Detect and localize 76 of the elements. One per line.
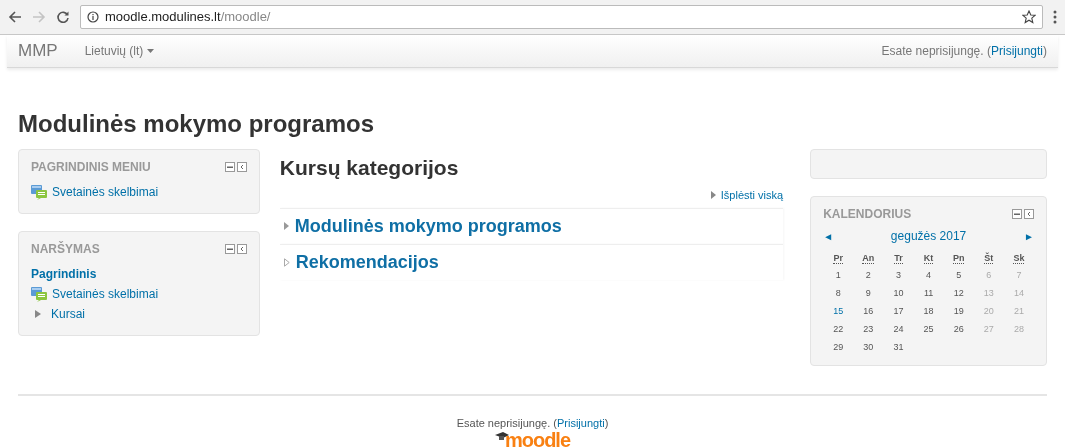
reload-icon[interactable] xyxy=(56,10,70,24)
minimize-icon[interactable] xyxy=(224,162,235,172)
calendar-date: 31 xyxy=(893,341,904,355)
calendar-date: 9 xyxy=(865,287,871,301)
calendar-date: 16 xyxy=(863,305,874,319)
minimize-icon[interactable] xyxy=(224,244,235,254)
url-text: moodle.modulines.lt/moodle/ xyxy=(105,8,272,27)
calendar-date: 27 xyxy=(983,323,994,337)
site-brand[interactable]: MMP xyxy=(18,38,58,64)
weekday-label: An xyxy=(862,252,875,264)
block-title: PAGRINDINIS MENIU xyxy=(31,159,151,176)
month-link[interactable]: gegužės 2017 xyxy=(890,227,967,245)
calendar-date: 29 xyxy=(833,341,844,355)
block-title: KALENDORIUS xyxy=(823,206,912,223)
category-link[interactable]: Rekomendacijos xyxy=(295,248,439,276)
calendar-date: 12 xyxy=(953,287,964,301)
page-title: Modulinės mokymo programos xyxy=(18,109,376,139)
calendar-date: 8 xyxy=(835,287,841,301)
section-heading: Kursų kategorijos xyxy=(279,155,460,181)
language-menu[interactable]: Lietuvių (lt) xyxy=(84,42,155,60)
triangle-icon xyxy=(710,191,716,200)
calendar-date: 20 xyxy=(983,305,994,319)
calendar-date: 3 xyxy=(895,269,901,283)
calendar-date: 19 xyxy=(953,305,964,319)
address-bar[interactable]: moodle.modulines.lt/moodle/ xyxy=(80,5,1043,29)
calendar-date: 2 xyxy=(865,269,871,283)
next-month-link[interactable]: ► xyxy=(1024,228,1034,244)
calendar-date: 5 xyxy=(956,269,962,283)
login-info: Esate neprisijungę. (Prisijungti) xyxy=(881,43,1047,60)
dock-icon[interactable] xyxy=(1024,209,1034,219)
expand-all-link[interactable]: Išplėsti viską xyxy=(720,187,784,204)
login-link[interactable]: Prisijungti xyxy=(990,44,1043,58)
calendar-date: 18 xyxy=(923,305,934,319)
minimize-icon[interactable] xyxy=(1012,209,1022,219)
calendar-date: 14 xyxy=(1013,287,1024,301)
star-icon xyxy=(1022,10,1036,24)
dock-icon[interactable] xyxy=(236,162,247,172)
calendar-date: 24 xyxy=(893,323,904,337)
previous-month-link[interactable]: ◄ xyxy=(823,228,834,244)
forum-link[interactable]: Svetainės skelbimai xyxy=(52,183,159,201)
calendar-date: 25 xyxy=(923,323,934,337)
calendar-date: 30 xyxy=(863,341,874,355)
today-date: 15 xyxy=(833,305,844,319)
weekday-label: Sk xyxy=(1013,252,1025,264)
login-info: Esate neprisijungę. (Prisijungti) xyxy=(456,416,609,431)
login-link[interactable]: Prisijungti xyxy=(556,417,605,429)
weekday-label: Pr xyxy=(833,252,843,264)
home-link[interactable]: Pagrindinis xyxy=(31,265,97,283)
calendar-date: 6 xyxy=(986,269,992,283)
calendar-date: 13 xyxy=(983,287,994,301)
category-link[interactable]: Modulinės mokymo programos xyxy=(294,212,562,240)
forum-icon xyxy=(31,184,47,200)
calendar-date: 28 xyxy=(1013,323,1024,337)
caret-icon xyxy=(147,49,155,53)
weekday-label: Tr xyxy=(894,252,903,264)
calendar-date: 10 xyxy=(893,287,904,301)
weekday-label: Kt xyxy=(923,252,934,264)
calendar-date: 22 xyxy=(833,323,844,337)
weekday-label: Št xyxy=(984,252,994,264)
calendar-date: 7 xyxy=(1016,269,1022,283)
weekday-label: Pn xyxy=(952,252,965,264)
dock-icon[interactable] xyxy=(236,244,247,254)
calendar-date: 11 xyxy=(923,287,934,301)
calendar-date: 17 xyxy=(893,305,904,319)
forum-link[interactable]: Svetainės skelbimai xyxy=(52,285,159,303)
calendar-date: 21 xyxy=(1013,305,1024,319)
block-title: NARŠYMAS xyxy=(31,240,100,258)
branch-link[interactable]: Kursai xyxy=(51,305,85,323)
info-icon xyxy=(87,11,99,23)
calendar-date: 1 xyxy=(835,269,841,283)
calendar-date: 26 xyxy=(953,323,964,337)
back-icon[interactable] xyxy=(8,10,22,24)
calendar-date: 4 xyxy=(926,269,932,283)
forum-icon xyxy=(31,286,47,302)
menu-icon xyxy=(1053,10,1057,24)
calendar-date: 23 xyxy=(863,323,874,337)
